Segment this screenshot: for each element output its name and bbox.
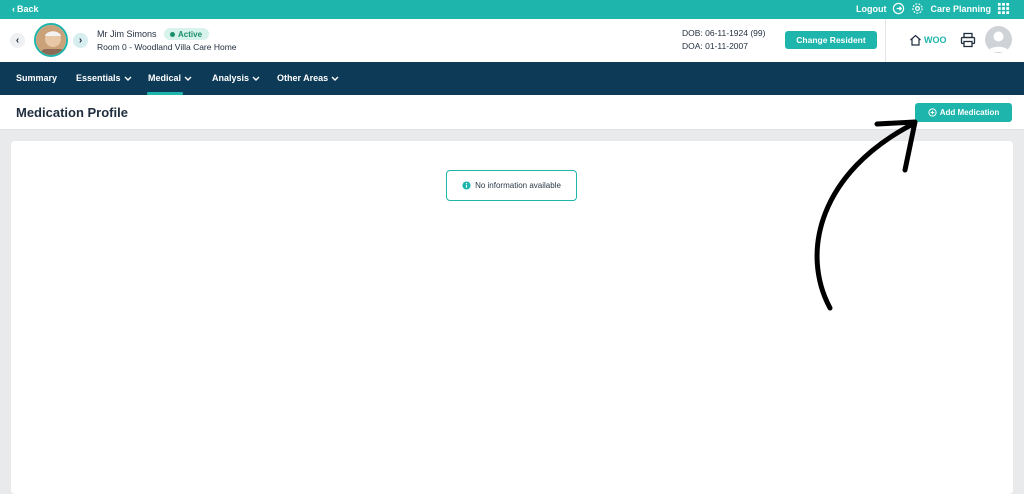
resident-name: Mr Jim Simons: [97, 29, 157, 39]
nav-essentials[interactable]: Essentials: [76, 73, 132, 83]
back-link[interactable]: ‹ Back: [12, 4, 39, 14]
resident-doa: DOA: 01-11-2007: [682, 41, 748, 51]
previous-resident-button[interactable]: ‹: [10, 33, 25, 48]
nav-medical-label: Medical: [148, 73, 182, 83]
status-dot-icon: [170, 31, 175, 37]
resident-header: ‹ › Mr Jim Simons Active Room 0 - Woodla…: [0, 19, 1024, 62]
curved-arrow-icon: [814, 119, 918, 311]
add-medication-label: Add Medication: [939, 108, 1000, 117]
chevron-down-icon: [252, 76, 260, 81]
chevron-right-icon: ›: [78, 35, 83, 46]
status-badge: Active: [164, 28, 210, 40]
info-icon: [462, 181, 471, 190]
top-bar: ‹ Back Logout Care Planning: [0, 0, 1024, 19]
logout-icon[interactable]: [892, 2, 905, 15]
nav-medical[interactable]: Medical: [148, 73, 192, 83]
page-title: Medication Profile: [16, 105, 128, 120]
status-label: Active: [178, 29, 203, 39]
home-label: WOO: [924, 35, 947, 45]
nav-analysis-label: Analysis: [212, 73, 250, 83]
home-icon: [910, 34, 921, 46]
resident-dob: DOB: 06-11-1924 (99): [682, 28, 766, 38]
chevron-left-icon: ‹: [15, 35, 20, 46]
back-label: Back: [17, 4, 39, 14]
chevron-down-icon: [184, 76, 192, 81]
nav-summary-label: Summary: [16, 73, 58, 83]
empty-state-text: No information available: [475, 181, 561, 190]
chevron-down-icon: [124, 76, 132, 81]
printer-icon[interactable]: [960, 32, 976, 48]
main-nav: Summary Essentials Medical Analysis Othe…: [0, 62, 1024, 95]
home-link[interactable]: WOO: [909, 34, 947, 46]
nav-summary[interactable]: Summary: [16, 73, 57, 83]
grid-icon[interactable]: [997, 2, 1010, 15]
header-divider: [885, 19, 886, 62]
logout-link[interactable]: Logout: [856, 4, 887, 14]
nav-other-areas-label: Other Areas: [277, 73, 329, 83]
empty-state-message: No information available: [446, 170, 577, 201]
user-avatar-icon[interactable]: [985, 26, 1012, 53]
chevron-left-icon: ‹: [12, 4, 15, 14]
change-resident-button[interactable]: Change Resident: [785, 31, 877, 49]
resident-photo: [36, 25, 66, 55]
resident-room: Room 0 - Woodland Villa Care Home: [97, 42, 237, 52]
nav-essentials-label: Essentials: [76, 73, 121, 83]
nav-analysis[interactable]: Analysis: [212, 73, 260, 83]
next-resident-button[interactable]: ›: [73, 33, 88, 48]
resident-avatar: [34, 23, 68, 57]
care-planning-link[interactable]: Care Planning: [930, 4, 991, 14]
nav-other-areas[interactable]: Other Areas: [277, 73, 339, 83]
gear-icon[interactable]: [911, 2, 924, 15]
chevron-down-icon: [331, 76, 339, 81]
